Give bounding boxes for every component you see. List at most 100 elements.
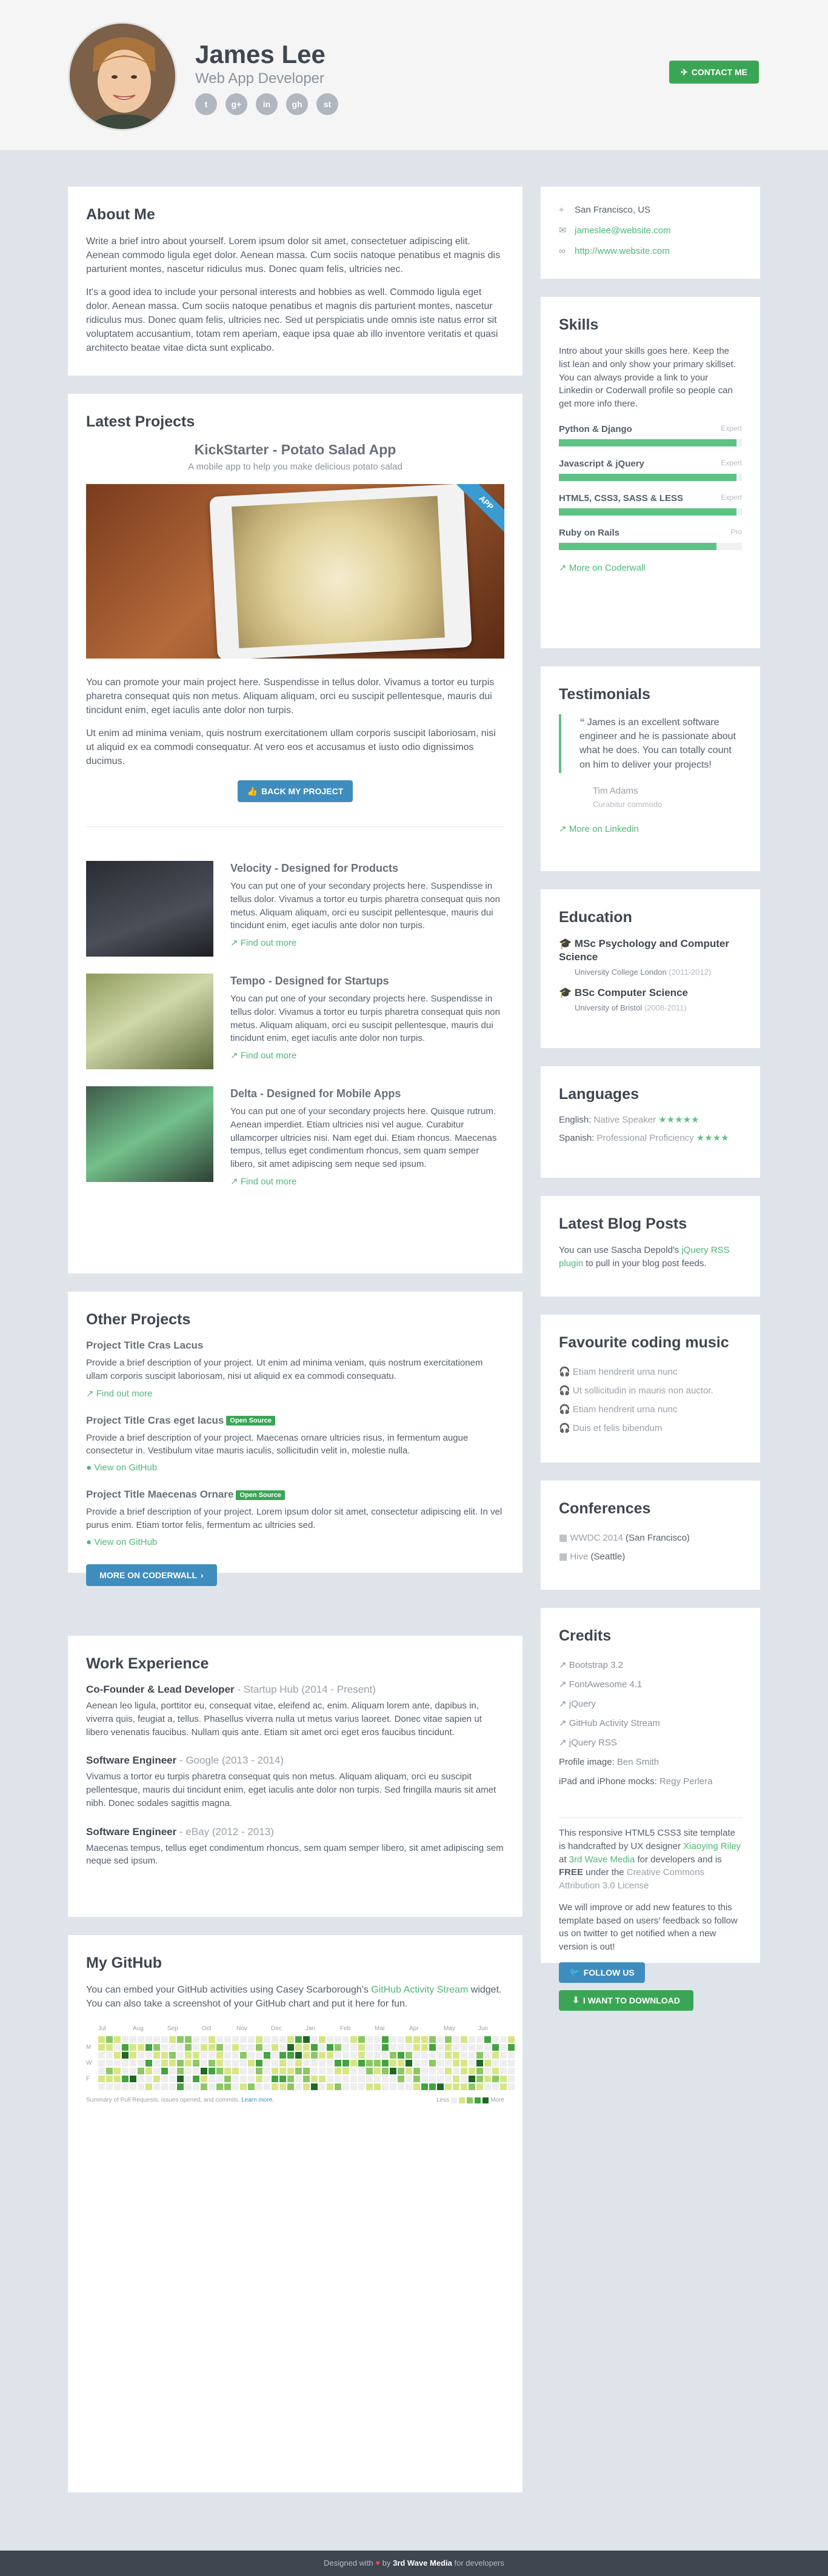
contribution-cell — [398, 2076, 404, 2083]
contribution-cell — [398, 2068, 404, 2075]
music-item[interactable]: 🎧 Ut sollicitudin in mauris non auctor. — [559, 1381, 742, 1400]
job-desc: Aenean leo ligula, porttitor eu, consequ… — [86, 1701, 482, 1738]
skill-name: HTML5, CSS3, SASS & LESS — [559, 493, 684, 503]
external-link-icon: ↗ — [559, 823, 567, 834]
github-activity-link[interactable]: GitHub Activity Stream — [371, 1985, 468, 1995]
footer-brand-link[interactable]: 3rd Wave Media — [393, 2558, 452, 2568]
contribution-cell — [209, 2036, 215, 2043]
contribution-cell — [453, 2083, 459, 2091]
twitter-icon[interactable]: t — [195, 93, 217, 115]
find-out-more-link[interactable]: ↗ Find out more — [230, 1176, 504, 1187]
featured-project-image[interactable]: APP — [86, 484, 504, 659]
contribution-cell — [122, 2076, 129, 2083]
contribution-cell — [335, 2044, 341, 2051]
education-entry: 🎓 MSc Psychology and Computer Science Un… — [559, 938, 729, 977]
back-my-project-button[interactable]: 👍 BACK MY PROJECT — [238, 780, 353, 803]
contribution-cell — [98, 2068, 105, 2075]
contact-me-button[interactable]: ✈ CONTACT ME — [669, 61, 759, 84]
contribution-cell — [224, 2036, 231, 2043]
credits-blurb-text: This responsive HTML5 CSS3 site template… — [559, 1828, 741, 1891]
tempo-thumbnail[interactable] — [86, 974, 213, 1070]
contribution-cell — [390, 2076, 396, 2083]
project-title[interactable]: Project Title Cras eget lacus — [86, 1415, 224, 1426]
contribution-cell — [366, 2060, 373, 2067]
project-title[interactable]: Delta - Designed for Mobile Apps — [230, 1087, 504, 1100]
contribution-cell — [248, 2036, 255, 2043]
designer-link[interactable]: Xiaoying Riley — [683, 1841, 741, 1851]
month-label: Jun — [478, 2025, 489, 2033]
learn-more-link[interactable]: Learn more. — [241, 2097, 274, 2103]
linkedin-icon[interactable]: in — [256, 93, 278, 115]
job-role: Software Engineer — [86, 1825, 177, 1837]
contribution-cell — [169, 2060, 176, 2067]
more-on-linkedin-link[interactable]: ↗ More on Linkedin — [559, 823, 742, 834]
contribution-cell — [429, 2044, 436, 2051]
website-link[interactable]: http://www.website.com — [575, 246, 670, 256]
music-item[interactable]: 🎧 Etiam hendrerit urna nunc — [559, 1400, 742, 1419]
view-on-github-link[interactable]: ● View on GitHub — [86, 1462, 504, 1473]
contribution-cell — [114, 2036, 121, 2043]
more-on-coderwall-link[interactable]: ↗ More on Coderwall — [559, 562, 742, 573]
velocity-thumbnail[interactable] — [86, 861, 213, 957]
project-desc: You can put one of your secondary projec… — [230, 881, 500, 931]
github-icon[interactable]: gh — [286, 93, 308, 115]
music-item[interactable]: 🎧 Etiam hendrerit urna nunc — [559, 1363, 742, 1381]
contribution-cell — [382, 2068, 389, 2075]
contribution-cell — [264, 2044, 270, 2051]
view-on-github-link[interactable]: ● View on GitHub — [86, 1537, 504, 1547]
project-title[interactable]: Project Title Cras Lacus — [86, 1339, 203, 1351]
contribution-cell — [366, 2068, 373, 2075]
conferences-section: Conferences ▦ WWDC 2014 (San Francisco) … — [541, 1481, 760, 1590]
credit-item[interactable]: ↗ Bootstrap 3.2 — [559, 1656, 742, 1675]
section-title: Skills — [559, 316, 599, 333]
project-title[interactable]: Project Title Maecenas Ornare — [86, 1489, 233, 1500]
external-link-icon: ↗ — [230, 938, 238, 949]
contribution-cell — [106, 2083, 113, 2091]
follow-us-button[interactable]: 🐦 FOLLOW US — [559, 1962, 645, 1983]
blog-text: You can use Sascha Depold's jQuery RSS p… — [559, 1245, 730, 1269]
delta-thumbnail[interactable] — [86, 1086, 213, 1183]
contribution-cell — [327, 2052, 333, 2059]
credit-item[interactable]: ↗ jQuery RSS — [559, 1733, 742, 1753]
credit-item[interactable]: ↗ GitHub Activity Stream — [559, 1714, 742, 1733]
contribution-cell — [319, 2076, 326, 2083]
section-title: Latest Blog Posts — [559, 1215, 687, 1232]
contribution-cell — [216, 2044, 223, 2051]
legend-more: More — [490, 2097, 504, 2104]
contribution-cell — [138, 2083, 144, 2091]
social-links: t g+ in gh st — [195, 93, 338, 115]
testimonial-author-title: Curabitur commodo — [593, 799, 663, 809]
languages-section: Languages English: Native Speaker ★★★★★ … — [541, 1066, 760, 1178]
credit-item[interactable]: ↗ FontAwesome 4.1 — [559, 1675, 742, 1695]
contribution-cell — [437, 2083, 444, 2091]
contribution-cell — [476, 2060, 483, 2067]
credit-item[interactable]: ↗ jQuery — [559, 1695, 742, 1714]
contribution-cell — [161, 2060, 168, 2067]
google-plus-icon[interactable]: g+ — [225, 93, 247, 115]
project-title[interactable]: Tempo - Designed for Startups — [230, 975, 504, 988]
find-out-more-link[interactable]: ↗ Find out more — [230, 937, 504, 948]
stack-overflow-icon[interactable]: st — [316, 93, 338, 115]
email-link[interactable]: jameslee@website.com — [575, 225, 671, 236]
contribution-cell — [413, 2083, 420, 2091]
contribution-cell — [193, 2076, 199, 2083]
contribution-cell — [130, 2036, 136, 2043]
contribution-cell — [335, 2076, 341, 2083]
project-title[interactable]: Velocity - Designed for Products — [230, 862, 504, 875]
find-out-more-link[interactable]: ↗ Find out more — [230, 1050, 504, 1061]
find-out-more-link[interactable]: ↗ Find out more — [86, 1388, 504, 1399]
contribution-cell — [256, 2076, 262, 2083]
music-item[interactable]: 🎧 Duis et felis bibendum — [559, 1419, 742, 1438]
contribution-cell — [209, 2060, 215, 2067]
contribution-cell — [240, 2036, 247, 2043]
skill-item: Javascript & jQuery Expert — [559, 459, 742, 481]
download-button[interactable]: ⬇ I WANT TO DOWNLOAD — [559, 1990, 693, 2011]
contribution-cell — [406, 2083, 412, 2091]
featured-project-title[interactable]: KickStarter - Potato Salad App — [86, 442, 504, 458]
contribution-cell — [476, 2068, 483, 2075]
section-title: About Me — [86, 206, 155, 223]
contribution-cell — [500, 2076, 507, 2083]
testimonial-author: Tim Adams — [593, 785, 638, 796]
3rd-wave-media-link[interactable]: 3rd Wave Media — [569, 1854, 635, 1865]
more-on-coderwall-button[interactable]: MORE ON CODERWALL › — [86, 1564, 217, 1586]
